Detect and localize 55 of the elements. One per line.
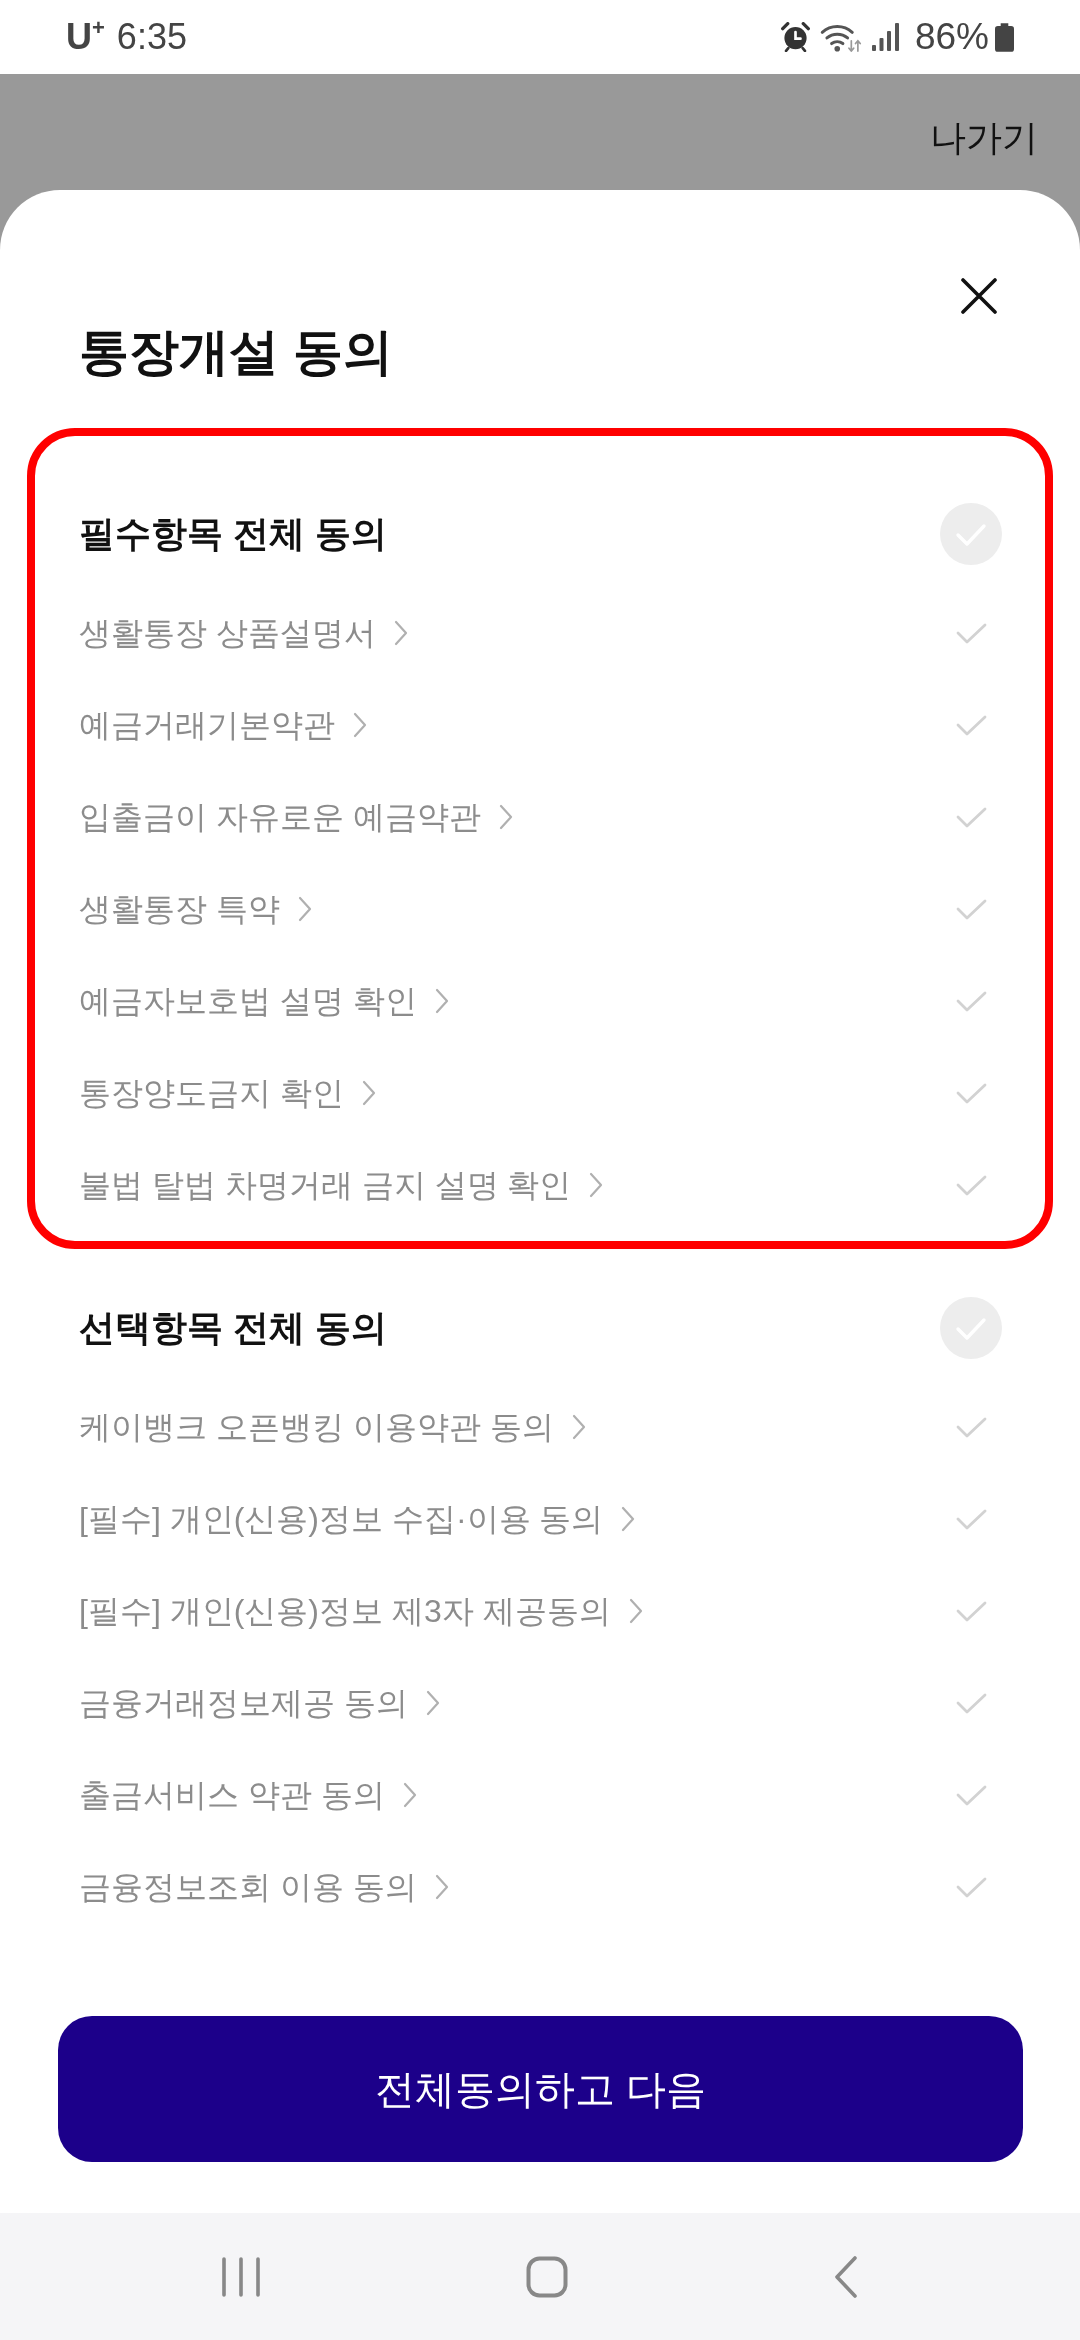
chevron-right-icon bbox=[393, 620, 408, 646]
terms-link[interactable]: 예금거래기본약관 bbox=[79, 705, 367, 745]
battery-percent: 86% bbox=[914, 16, 989, 58]
section-title: 선택항목 전체 동의 bbox=[79, 1305, 387, 1350]
clock-time: 6:35 bbox=[116, 16, 187, 58]
terms-link[interactable]: 예금자보호법 설명 확인 bbox=[79, 981, 449, 1021]
check-icon[interactable] bbox=[955, 1174, 987, 1196]
check-icon[interactable] bbox=[955, 990, 987, 1012]
terms-link[interactable]: [필수] 개인(신용)정보 제3자 제공동의 bbox=[79, 1591, 643, 1631]
back-icon[interactable] bbox=[834, 2255, 858, 2298]
check-icon[interactable] bbox=[955, 1082, 987, 1104]
sheet-title: 통장개설 동의 bbox=[79, 323, 393, 382]
terms-link[interactable]: 불법 탈법 차명거래 금지 설명 확인 bbox=[79, 1165, 604, 1205]
chevron-right-icon bbox=[402, 1782, 417, 1808]
terms-link[interactable]: 출금서비스 약관 동의 bbox=[79, 1775, 417, 1815]
chevron-right-icon bbox=[297, 896, 312, 922]
chevron-right-icon bbox=[361, 1080, 376, 1106]
terms-link[interactable]: 케이뱅크 오픈뱅킹 이용약관 동의 bbox=[79, 1407, 586, 1447]
chevron-right-icon bbox=[425, 1690, 440, 1716]
check-icon[interactable] bbox=[955, 898, 987, 920]
carrier-label: U$^{+}$ bbox=[66, 16, 105, 58]
chevron-right-icon bbox=[628, 1598, 643, 1624]
chevron-right-icon bbox=[498, 804, 513, 830]
chevron-right-icon bbox=[434, 988, 449, 1014]
home-icon[interactable] bbox=[526, 2255, 568, 2298]
section-title: 필수항목 전체 동의 bbox=[79, 511, 387, 556]
close-icon[interactable] bbox=[961, 278, 997, 314]
check-icon[interactable] bbox=[955, 806, 987, 828]
terms-link[interactable]: 금융정보조회 이용 동의 bbox=[79, 1867, 449, 1907]
terms-link[interactable]: 생활통장 특약 bbox=[79, 889, 312, 929]
check-icon[interactable] bbox=[955, 1600, 987, 1622]
check-icon[interactable] bbox=[955, 622, 987, 644]
check-icon[interactable] bbox=[955, 714, 987, 736]
agree-all-next-button[interactable]: 전체동의하고 다음 bbox=[58, 2016, 1023, 2162]
terms-link[interactable]: 금융거래정보제공 동의 bbox=[79, 1683, 440, 1723]
terms-link[interactable]: 생활통장 상품설명서 bbox=[79, 613, 408, 653]
terms-link[interactable]: [필수] 개인(신용)정보 수집·이용 동의 bbox=[79, 1499, 636, 1539]
check-icon[interactable] bbox=[955, 1508, 987, 1530]
chevron-right-icon bbox=[353, 712, 367, 738]
check-icon[interactable] bbox=[955, 1416, 987, 1438]
check-icon[interactable] bbox=[955, 1692, 987, 1714]
chevron-right-icon bbox=[571, 1414, 586, 1440]
check-icon[interactable] bbox=[955, 1784, 987, 1806]
recents-icon[interactable] bbox=[222, 2256, 260, 2297]
chevron-right-icon bbox=[589, 1172, 604, 1198]
battery-icon bbox=[995, 22, 1014, 52]
terms-link[interactable]: 입출금이 자유로운 예금약관 bbox=[79, 797, 513, 837]
wifi-icon bbox=[819, 22, 862, 52]
check-icon[interactable] bbox=[955, 1876, 987, 1898]
chevron-right-icon bbox=[434, 1874, 449, 1900]
signal-icon bbox=[871, 23, 899, 51]
terms-link[interactable]: 통장양도금지 확인 bbox=[79, 1073, 376, 1113]
alarm-clock-icon bbox=[780, 22, 810, 52]
exit-link[interactable]: 나가기 bbox=[930, 118, 1038, 158]
chevron-right-icon bbox=[621, 1506, 636, 1532]
